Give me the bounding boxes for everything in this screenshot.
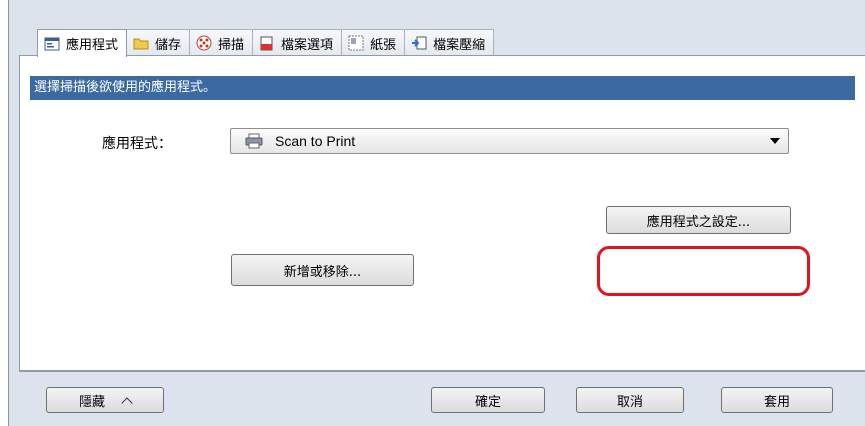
application-panel: 選擇掃描後欲使用的應用程式。 應用程式： Scan to Print 應用程式之… [19, 55, 865, 371]
application-select[interactable]: Scan to Print [230, 128, 789, 154]
footer-separator [19, 371, 865, 372]
file-compression-icon [411, 35, 427, 51]
tab-file-compression-label: 檔案壓縮 [433, 37, 486, 53]
app-settings-button[interactable]: 應用程式之設定... [606, 206, 791, 234]
application-icon [44, 36, 60, 52]
dropdown-arrow-icon[interactable] [770, 138, 780, 144]
tab-save[interactable]: 儲存 [126, 29, 191, 56]
chevron-up-icon [121, 396, 133, 409]
tab-file-compression[interactable]: 檔案壓縮 [404, 29, 495, 56]
panel-header: 選擇掃描後欲使用的應用程式。 [30, 76, 855, 100]
apply-button[interactable]: 套用 [721, 387, 833, 413]
tab-paper[interactable]: 紙張 [341, 29, 406, 56]
tab-file-options-label: 檔案選項 [281, 37, 334, 53]
cancel-button[interactable]: 取消 [576, 387, 684, 413]
application-select-value: Scan to Print [275, 133, 356, 149]
printer-icon [245, 133, 263, 149]
scan-settings-window: 應用程式 儲存 掃描 檔案選項 紙張 檔案壓縮 選擇掃描後欲使用的應用程式。 應… [8, 0, 865, 426]
paper-icon [348, 35, 364, 51]
file-options-icon [259, 35, 275, 51]
tab-paper-label: 紙張 [370, 37, 397, 53]
tab-save-label: 儲存 [155, 37, 182, 53]
application-label: 應用程式： [102, 136, 172, 152]
highlight-outline [597, 246, 810, 296]
tab-scan-label: 掃描 [218, 37, 245, 53]
add-remove-button[interactable]: 新增或移除... [231, 254, 414, 286]
scan-icon [196, 35, 212, 51]
tab-file-options[interactable]: 檔案選項 [252, 29, 343, 56]
tab-scan[interactable]: 掃描 [189, 29, 254, 56]
ok-button[interactable]: 確定 [431, 387, 545, 413]
tab-bar: 應用程式 儲存 掃描 檔案選項 紙張 檔案壓縮 [37, 29, 495, 57]
hide-button-label: 隱藏 [78, 394, 105, 410]
tab-application-label: 應用程式 [66, 38, 119, 53]
tab-application[interactable]: 應用程式 [37, 29, 128, 57]
hide-button[interactable]: 隱藏 [46, 387, 164, 413]
folder-icon [133, 35, 149, 51]
